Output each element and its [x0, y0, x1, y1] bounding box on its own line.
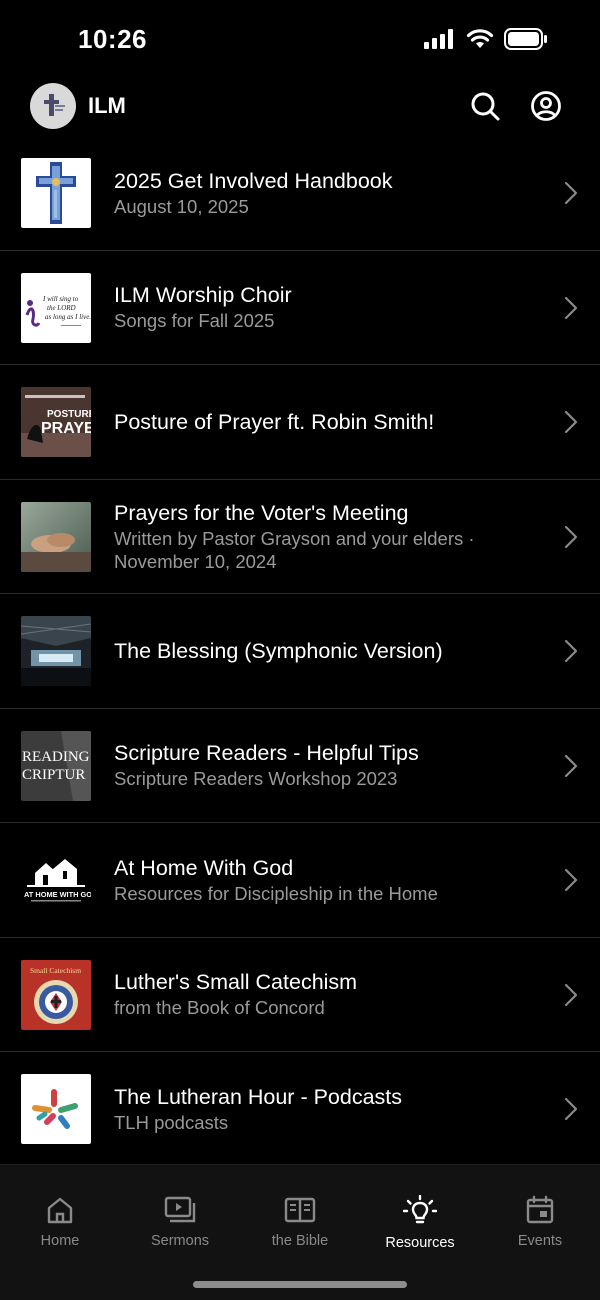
resource-row[interactable]: AT HOME WITH GOD At Home With God Resour… [0, 823, 600, 938]
tlh-logo-thumbnail [21, 1074, 91, 1144]
sermons-icon [164, 1196, 196, 1223]
cellular-signal-icon [424, 29, 453, 49]
home-with-god-thumbnail: AT HOME WITH GOD [21, 845, 91, 915]
home-indicator [193, 1281, 407, 1288]
tab-bar: Home Sermons the Bible Resources Events [0, 1164, 600, 1300]
svg-text:AT HOME WITH GOD: AT HOME WITH GOD [24, 890, 91, 899]
resource-text: The Lutheran Hour - Podcasts TLH podcast… [114, 1084, 540, 1134]
chevron-right-icon [564, 525, 578, 548]
svg-text:CRIPTUR: CRIPTUR [22, 767, 85, 783]
reading-scripture-thumbnail: READING CRIPTUR [21, 730, 91, 801]
status-time: 10:26 [78, 24, 147, 54]
resource-subtitle: August 10, 2025 [114, 195, 249, 217]
bible-icon [284, 1197, 316, 1223]
calendar-icon [526, 1195, 554, 1224]
status-icons [424, 28, 548, 50]
resource-title: At Home With God [114, 855, 294, 880]
resource-text: At Home With God Resources for Disciples… [114, 855, 540, 905]
svg-text:the LORD: the LORD [47, 304, 76, 312]
svg-text:I will sing to: I will sing to [42, 295, 79, 303]
resource-title: Prayers for the Voter's Meeting [114, 500, 409, 525]
search-icon [471, 92, 500, 121]
svg-text:READING: READING [22, 749, 90, 765]
svg-text:PRAYER: PRAYER [41, 420, 91, 437]
chevron-right-icon [564, 983, 578, 1006]
chevron-right-icon [564, 754, 578, 777]
battery-icon [504, 28, 547, 50]
status-bar: 10:26 [0, 0, 600, 80]
account-button[interactable] [528, 88, 564, 124]
tab-label: Resources [385, 1235, 455, 1251]
resource-subtitle: TLH podcasts [114, 1111, 229, 1133]
resource-subtitle: Songs for Fall 2025 [114, 310, 275, 332]
cross-logo-icon [44, 94, 65, 116]
resource-row[interactable]: Small Catechism Luther's Small Catechism… [0, 938, 600, 1052]
chevron-right-icon [564, 410, 578, 434]
resource-title: Posture of Prayer ft. Robin Smith! [114, 409, 435, 434]
resource-title: The Lutheran Hour - Podcasts [114, 1084, 403, 1109]
search-button[interactable] [467, 88, 503, 124]
resource-row[interactable]: READING CRIPTUR Scripture Readers - Help… [0, 709, 600, 823]
resource-subtitle: Scripture Readers Workshop 2023 [114, 768, 398, 790]
chevron-right-icon [564, 181, 578, 205]
tab-resources[interactable]: Resources [360, 1195, 480, 1251]
catechism-seal-thumbnail: Small Catechism [21, 959, 91, 1030]
tab-label: Events [517, 1233, 563, 1249]
resource-text: Luther's Small Catechism from the Book o… [114, 969, 540, 1019]
resource-list: 2025 Get Involved Handbook August 10, 20… [0, 136, 600, 1167]
resource-subtitle: from the Book of Concord [114, 997, 325, 1019]
resource-row[interactable]: POSTURE OF PRAYER Posture of Prayer ft. … [0, 365, 600, 480]
chevron-right-icon [564, 639, 578, 663]
resource-title: 2025 Get Involved Handbook [114, 168, 393, 193]
resource-text: ILM Worship Choir Songs for Fall 2025 [114, 282, 540, 332]
tab-the-bible[interactable]: the Bible [240, 1195, 360, 1249]
choir-script-thumbnail: I will sing to the LORD as long as I liv… [21, 272, 91, 343]
tab-label: the Bible [271, 1233, 329, 1249]
app-title: ILM [88, 93, 126, 118]
resource-text: Prayers for the Voter's Meeting Written … [114, 500, 540, 573]
resource-text: 2025 Get Involved Handbook August 10, 20… [114, 168, 540, 218]
resource-title: ILM Worship Choir [114, 283, 292, 308]
resource-row[interactable]: The Blessing (Symphonic Version) [0, 594, 600, 709]
tab-sermons[interactable]: Sermons [120, 1195, 240, 1249]
tab-home[interactable]: Home [0, 1195, 120, 1249]
resource-text: Scripture Readers - Helpful Tips Scriptu… [114, 740, 540, 790]
resource-row[interactable]: 2025 Get Involved Handbook August 10, 20… [0, 136, 600, 251]
chevron-right-icon [564, 296, 578, 319]
church-logo-avatar[interactable] [30, 83, 76, 129]
posture-prayer-thumbnail: POSTURE OF PRAYER [21, 387, 91, 457]
tab-label: Home [40, 1233, 80, 1249]
resource-subtitle: Written by Pastor Grayson and your elder… [114, 527, 475, 572]
account-icon [531, 91, 561, 121]
resource-title: Luther's Small Catechism [114, 970, 358, 995]
resource-text: The Blessing (Symphonic Version) [114, 638, 540, 664]
resource-row[interactable]: Prayers for the Voter's Meeting Written … [0, 480, 600, 594]
tab-events[interactable]: Events [480, 1195, 600, 1249]
tab-label: Sermons [150, 1233, 210, 1249]
svg-text:as long as I live.: as long as I live. [45, 313, 91, 321]
resource-title: Scripture Readers - Helpful Tips [114, 741, 419, 766]
wifi-icon [466, 29, 494, 48]
chevron-right-icon [564, 868, 578, 892]
resource-subtitle: Resources for Discipleship in the Home [114, 882, 438, 904]
chevron-right-icon [564, 1097, 578, 1121]
praying-hands-thumbnail [21, 501, 91, 572]
concert-stage-thumbnail [21, 616, 91, 686]
svg-text:Small Catechism: Small Catechism [30, 966, 81, 975]
resource-text: Posture of Prayer ft. Robin Smith! [114, 409, 540, 435]
home-icon [47, 1197, 73, 1224]
svg-text:POSTURE OF: POSTURE OF [47, 409, 91, 420]
lightbulb-icon [403, 1195, 437, 1224]
resource-row[interactable]: I will sing to the LORD as long as I liv… [0, 251, 600, 365]
cross-painting-thumbnail [21, 158, 91, 228]
resource-title: The Blessing (Symphonic Version) [114, 638, 443, 663]
resource-row[interactable]: The Lutheran Hour - Podcasts TLH podcast… [0, 1052, 600, 1167]
